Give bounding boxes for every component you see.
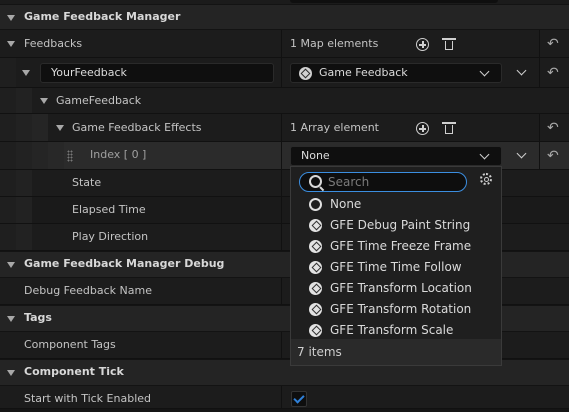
drag-handle-icon[interactable] (67, 150, 73, 162)
dropdown-item[interactable]: GFE Transform Rotation (292, 299, 500, 320)
property-row-game-feedback-effects: Game Feedback Effects 1 Array element ↶ (0, 114, 569, 142)
dropdown-footer: 7 items (291, 339, 501, 365)
expand-arrow-icon[interactable] (56, 125, 64, 131)
start-with-tick-enabled-label: Start with Tick Enabled (24, 392, 152, 405)
expand-arrow-icon[interactable] (40, 98, 48, 104)
chevron-down-icon[interactable] (516, 65, 527, 76)
property-row-start-with-tick-enabled: Start with Tick Enabled (0, 386, 569, 409)
reset-to-default-icon[interactable]: ↶ (547, 121, 559, 135)
expand-arrow-icon[interactable] (7, 41, 15, 47)
section-game-feedback-manager[interactable]: Game Feedback Manager (0, 4, 569, 30)
search-box[interactable] (299, 172, 467, 192)
class-picker-dropdown: None GFE Debug Paint String GFE Time Fre… (290, 166, 502, 366)
class-icon (309, 303, 322, 316)
gamefeedback-label: GameFeedback (56, 94, 142, 107)
property-row-feedbacks: Feedbacks 1 Map elements ↶ (0, 30, 569, 58)
chevron-down-icon (479, 66, 490, 77)
add-element-icon[interactable] (416, 38, 429, 51)
state-label: State (72, 176, 102, 189)
effects-label: Game Feedback Effects (72, 121, 202, 134)
reset-to-default-icon[interactable]: ↶ (547, 149, 559, 163)
index-class-combo[interactable]: None (290, 146, 502, 166)
search-icon (309, 175, 322, 188)
dropdown-item[interactable]: None (292, 194, 500, 215)
section-title: Game Feedback Manager Debug (24, 257, 225, 270)
collapse-arrow-icon[interactable] (7, 15, 15, 21)
debug-feedback-name-label: Debug Feedback Name (24, 284, 153, 297)
start-with-tick-enabled-checkbox[interactable] (291, 391, 307, 407)
class-icon (309, 261, 322, 274)
chevron-down-icon[interactable] (516, 148, 527, 159)
add-element-icon[interactable] (416, 122, 429, 135)
item-count-text: 7 items (297, 345, 342, 359)
clear-all-icon[interactable] (442, 38, 456, 50)
collapse-arrow-icon[interactable] (7, 316, 15, 322)
clear-all-icon[interactable] (442, 122, 456, 134)
reset-to-default-icon[interactable]: ↶ (547, 66, 559, 80)
dropdown-item[interactable]: GFE Transform Location (292, 278, 500, 299)
class-icon (309, 324, 322, 337)
search-input[interactable] (328, 174, 458, 189)
dropdown-item[interactable]: GFE Time Freeze Frame (292, 236, 500, 257)
index-label: Index [ 0 ] (90, 148, 147, 161)
collapse-arrow-icon[interactable] (7, 370, 15, 376)
section-title: Tags (24, 311, 52, 324)
gear-icon[interactable] (480, 173, 492, 185)
map-count-text: 1 Map elements (290, 37, 379, 50)
chevron-down-icon (479, 149, 490, 160)
section-title: Component Tick (24, 365, 124, 378)
dropdown-item[interactable]: GFE Debug Paint String (292, 215, 500, 236)
property-row-gamefeedback: GameFeedback (0, 88, 569, 114)
section-title: Game Feedback Manager (24, 10, 181, 23)
reset-to-default-icon[interactable]: ↶ (547, 37, 559, 51)
elapsed-time-label: Elapsed Time (72, 203, 146, 216)
none-ring-icon (309, 198, 322, 211)
map-key-input[interactable]: YourFeedback (40, 63, 274, 83)
play-direction-label: Play Direction (72, 230, 149, 243)
map-value-combo[interactable]: Game Feedback (290, 63, 502, 83)
class-icon (299, 67, 312, 80)
collapse-arrow-icon[interactable] (7, 262, 15, 268)
dropdown-item[interactable]: GFE Transform Scale (292, 320, 500, 341)
class-icon (309, 282, 322, 295)
class-icon (309, 240, 322, 253)
array-count-text: 1 Array element (290, 121, 379, 134)
dropdown-item[interactable]: GFE Time Time Follow (292, 257, 500, 278)
component-tags-label: Component Tags (24, 338, 116, 351)
property-row-map-entry: YourFeedback Game Feedback ↶ (0, 58, 569, 88)
class-icon (309, 219, 322, 232)
feedbacks-label: Feedbacks (24, 37, 83, 50)
expand-arrow-icon[interactable] (22, 70, 30, 76)
